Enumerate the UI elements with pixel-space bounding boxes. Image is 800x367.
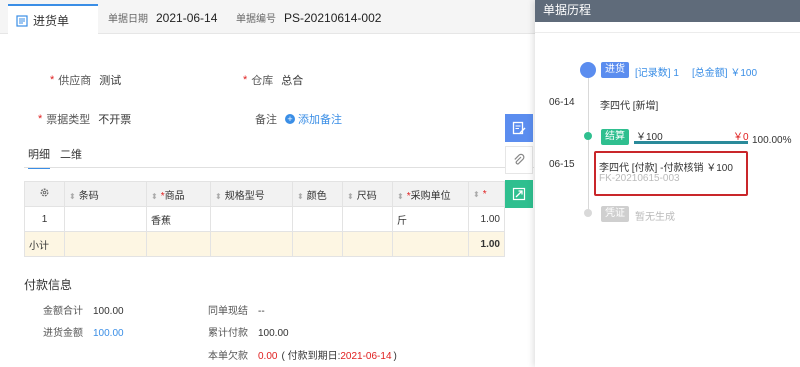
tag-purchase: 进货 <box>601 62 629 78</box>
purchase-amount: 进货金额 100.00 <box>43 328 124 339</box>
note-label: 备注 <box>255 114 277 126</box>
tab-label: 进货单 <box>33 14 70 28</box>
edit-note-icon <box>512 121 526 135</box>
history-total-amount: [总金额] ￥100 <box>692 68 758 79</box>
required-mark: * <box>50 74 55 86</box>
subtotal-label: 小计 <box>24 231 65 257</box>
items-table: ⬍ 条码 ⬍ *商品 ⬍ 规格型号 ⬍ 颜色 ⬍ 尺码 ⬍ *采购单位 ⬍ * 1 香蕉 斤 … <box>24 181 505 257</box>
cell-color[interactable] <box>292 206 343 232</box>
supplier-value: 测试 <box>99 75 122 87</box>
column-settings[interactable] <box>24 181 65 207</box>
paperclip-icon <box>514 153 525 165</box>
history-date-1: 06-14 <box>549 97 575 108</box>
cell-unit[interactable]: 斤 <box>392 206 469 232</box>
gear-icon <box>40 188 49 197</box>
table-header-row: ⬍ 条码 ⬍ *商品 ⬍ 规格型号 ⬍ 颜色 ⬍ 尺码 ⬍ *采购单位 ⬍ * <box>24 181 505 207</box>
add-note-button[interactable]: + 添加备注 <box>285 111 342 127</box>
doc-number-label: 单据编号 <box>236 14 276 25</box>
settle-same-order: 同单现结 -- <box>208 306 265 317</box>
table-row[interactable]: 1 香蕉 斤 1.00 <box>24 206 505 232</box>
header-barcode[interactable]: ⬍ 条码 <box>64 181 147 207</box>
document-header-bar: 进货单 单据日期 2021-06-14 单据编号 PS-20210614-002 <box>0 0 535 35</box>
doc-number: 单据编号 PS-20210614-002 <box>236 10 381 25</box>
timeline-node-settle <box>584 132 592 140</box>
document-list-icon <box>16 14 28 27</box>
supplier-field[interactable]: * 供应商 测试 <box>50 72 121 88</box>
expand-button[interactable] <box>505 180 533 208</box>
total-amount: 金额合计 100.00 <box>43 306 124 317</box>
timeline-node-voucher <box>584 209 592 217</box>
tab-2d[interactable]: 二维 <box>60 146 82 169</box>
history-record-count: [记录数] 1 <box>635 68 679 79</box>
invoice-type-label: 票据类型 <box>46 114 91 126</box>
expand-icon <box>512 187 526 201</box>
supplier-label: 供应商 <box>58 75 92 87</box>
warehouse-field[interactable]: * 仓库 总合 <box>243 72 303 88</box>
header-product[interactable]: ⬍ *商品 <box>146 181 211 207</box>
cell-size[interactable] <box>342 206 393 232</box>
warehouse-value: 总合 <box>281 75 304 87</box>
tab-detail[interactable]: 明细 <box>28 146 50 169</box>
invoice-type-value: 不开票 <box>98 114 132 126</box>
document-main: 进货单 单据日期 2021-06-14 单据编号 PS-20210614-002… <box>0 0 535 367</box>
timeline-node-purchase <box>580 62 596 78</box>
doc-date: 单据日期 2021-06-14 <box>108 10 217 25</box>
note-field: 备注 + 添加备注 <box>255 111 342 127</box>
settle-percent: 100.00% <box>752 135 792 146</box>
header-purchase-unit[interactable]: ⬍ *采购单位 <box>392 181 469 207</box>
settle-progress-bar <box>634 141 748 144</box>
doc-date-value: 2021-06-14 <box>156 11 218 25</box>
voucher-status: 暂无生成 <box>635 212 675 223</box>
detail-tabs: 明细 二维 <box>28 146 92 169</box>
tab-purchase-order[interactable]: 进货单 <box>8 4 98 35</box>
header-spec[interactable]: ⬍ 规格型号 <box>210 181 293 207</box>
history-date-2: 06-15 <box>549 159 575 170</box>
tag-settle: 结算 <box>601 129 629 145</box>
subtotal-row: 小计 1.00 <box>24 231 505 257</box>
cell-barcode[interactable] <box>64 206 147 232</box>
subtotal-quantity: 1.00 <box>468 231 505 257</box>
header-quantity[interactable]: ⬍ * <box>468 181 505 207</box>
divider <box>24 167 534 168</box>
row-index: 1 <box>24 206 65 232</box>
plus-icon: + <box>285 114 295 124</box>
invoice-type-field[interactable]: * 票据类型 不开票 <box>38 111 131 127</box>
timeline-line <box>588 70 589 214</box>
history-entry-1: 李四代 [新增] <box>600 101 659 112</box>
header-color[interactable]: ⬍ 颜色 <box>292 181 343 207</box>
divider <box>535 32 800 33</box>
tag-voucher: 凭证 <box>601 206 629 222</box>
doc-number-value: PS-20210614-002 <box>284 11 382 25</box>
history-panel-title: 单据历程 <box>535 0 800 22</box>
cell-quantity[interactable]: 1.00 <box>468 206 505 232</box>
required-mark: * <box>243 74 248 86</box>
edit-document-button[interactable] <box>505 114 533 142</box>
add-note-label: 添加备注 <box>298 114 342 126</box>
attachment-button[interactable] <box>505 146 533 174</box>
cell-spec[interactable] <box>210 206 293 232</box>
cumulative-paid: 累计付款 100.00 <box>208 328 289 339</box>
doc-date-label: 单据日期 <box>108 14 148 25</box>
outstanding-amount: 本单欠款 0.00 ( 付款到期日: 2021-06-14 ) <box>208 351 397 362</box>
highlight-box <box>594 151 748 196</box>
cell-product[interactable]: 香蕉 <box>146 206 211 232</box>
required-mark: * <box>38 113 43 125</box>
header-size[interactable]: ⬍ 尺码 <box>342 181 393 207</box>
payment-section-title: 付款信息 <box>24 278 73 292</box>
warehouse-label: 仓库 <box>251 75 274 87</box>
